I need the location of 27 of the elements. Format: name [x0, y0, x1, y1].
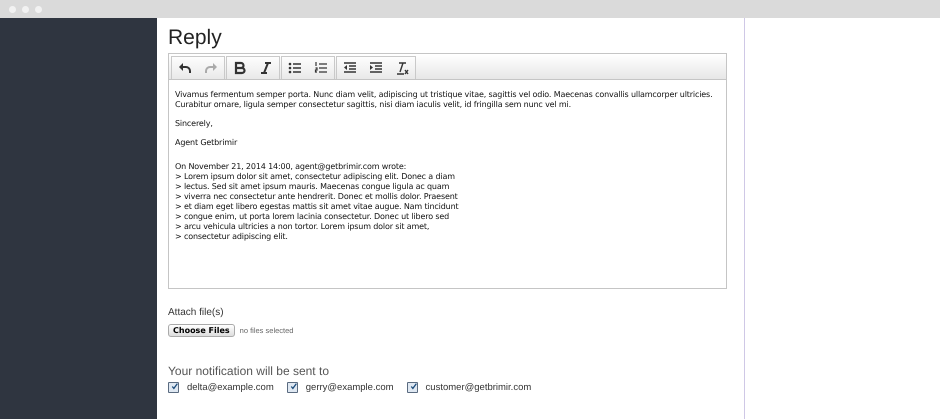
italic-icon [259, 61, 273, 75]
recipient-email: gerry@example.com [306, 382, 394, 393]
message-paragraph: Vivamus fermentum semper porta. Nunc diam velit, adipiscing ut tristique vitae, sagittis vel odio. Maecenas convallis ullamcorper ultricies. Curabitur ornare, ligula semper consectetur sagittis, nisi diam iaculis velit, id fringilla sem nunc vel mi. [175, 90, 714, 110]
checkbox[interactable] [406, 382, 418, 393]
numbered-list-icon [314, 61, 328, 75]
checkbox[interactable] [168, 382, 179, 393]
bold-icon [233, 61, 247, 75]
window-dot [22, 6, 29, 12]
undo-icon [178, 61, 192, 75]
attach-label: Attach file(s) [168, 307, 225, 318]
quoted-message: On November 21, 2014 14:00, agent@getbrimir.com wrote: > Lorem ipsum dolor sit amet, consectetur adipiscing elit. Donec a diam > lectus. Sed sit amet ipsum mauris. Maecenas congue ligula ac quam > viverra nec consectetur ante hendrerit. Donec et mollis dolor. Praesent > et diam eget libero egestas mattis sit amet vitae augue. Nam tincidunt > congue enim, ut porta lorem lacinia consectetur. Donec ut libero sed > arcu vehicula ultricies a non tortor. Lorem ipsum dolor sit amet, > consectetur adipiscing elit. [175, 162, 460, 242]
checkbox[interactable] [286, 382, 298, 393]
window-dot [9, 6, 16, 12]
message-paragraph: Agent Getbrimir [175, 138, 238, 148]
page-heading: Reply [168, 25, 223, 51]
recipients-heading: Your notification will be sent to [168, 364, 330, 378]
clear-format-icon [395, 61, 409, 75]
choose-files-button[interactable]: Choose Files [168, 324, 235, 337]
rich-text-editor[interactable] [168, 53, 727, 289]
recipient-email: customer@getbrimir.com [426, 382, 532, 393]
message-paragraph: Sincerely, [175, 119, 214, 129]
redo-icon [204, 61, 218, 75]
indent-icon [369, 61, 383, 75]
recipient-email: delta@example.com [187, 382, 274, 393]
bulleted-list-icon [288, 61, 302, 75]
window-dot [35, 6, 42, 12]
outdent-icon [343, 61, 357, 75]
